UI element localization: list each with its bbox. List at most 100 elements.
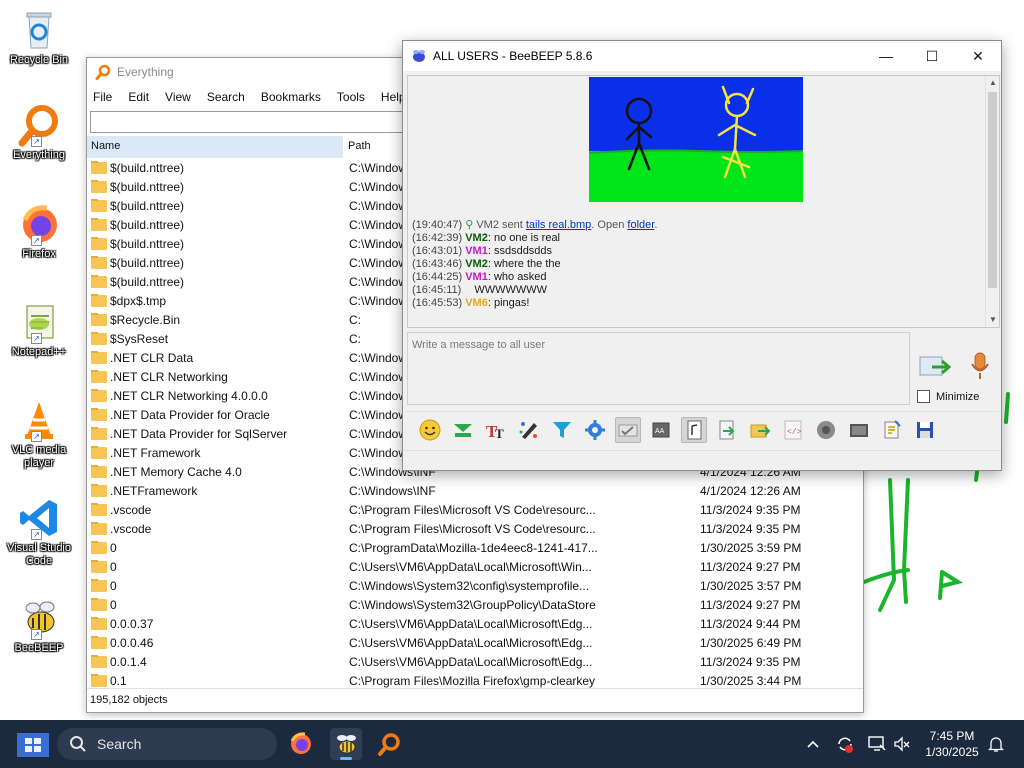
result-name: .vscode <box>110 502 152 517</box>
record-button[interactable] <box>813 417 839 443</box>
desktop-icon-label: VLC media player <box>11 444 67 469</box>
chat-toolbar: T T AA </> <box>407 411 999 447</box>
expand-button[interactable] <box>450 417 476 443</box>
code-button[interactable]: </> <box>780 417 806 443</box>
result-row[interactable]: 0.0.0.46 C:\Users\VM6\AppData\Local\Micro… <box>87 633 863 652</box>
send-file-button[interactable] <box>714 417 740 443</box>
menu-bookmarks[interactable]: Bookmarks <box>261 90 321 104</box>
beebeep-window: ALL USERS - BeeBEEP 5.8.6 — ☐ ✕ (19:40:4… <box>402 40 1002 471</box>
chat-history[interactable]: (19:40:47) ⚲ VM2 sent tails real.bmp. Op… <box>407 75 1000 328</box>
result-row[interactable]: 0 C:\Windows\System32\config\systemprofil… <box>87 576 863 595</box>
menu-view[interactable]: View <box>165 90 191 104</box>
desktop-icon-label: Notepad++ <box>11 346 67 358</box>
scroll-down-icon[interactable]: ▼ <box>986 313 999 327</box>
note-button[interactable] <box>681 416 707 443</box>
menu-search[interactable]: Search <box>207 90 245 104</box>
everything-icon: ↗ <box>17 103 61 147</box>
message-user: VM1 <box>465 245 488 257</box>
send-folder-button[interactable] <box>747 417 773 443</box>
message-text: : ssdsddsdds <box>487 245 553 257</box>
maximize-window-button[interactable]: ☐ <box>909 41 955 71</box>
microphone-icon[interactable] <box>969 351 991 381</box>
chat-scrollbar[interactable]: ▲ ▼ <box>985 76 999 327</box>
settings-gear-button[interactable] <box>582 417 608 443</box>
message-input[interactable]: Write a message to all user <box>407 332 910 405</box>
desktop-icon-recycle-bin[interactable]: Recycle Bin <box>2 8 76 67</box>
volume-muted-icon[interactable] <box>892 734 912 754</box>
result-row[interactable]: 0.0.0.37 C:\Users\VM6\AppData\Local\Micro… <box>87 614 863 633</box>
message-time: (19:40:47) <box>412 219 463 231</box>
file-link[interactable]: tails real.bmp <box>526 219 591 231</box>
color-pencil-button[interactable] <box>516 417 542 443</box>
keyboard-button[interactable]: AA <box>648 417 674 443</box>
menu-edit[interactable]: Edit <box>128 90 149 104</box>
notifications-bell-icon[interactable] <box>986 734 1006 754</box>
filter-button[interactable] <box>549 417 575 443</box>
svg-text:AA: AA <box>655 428 665 435</box>
folder-link[interactable]: folder <box>627 219 654 231</box>
scroll-up-icon[interactable]: ▲ <box>986 76 999 90</box>
shortcut-arrow-icon: ↗ <box>31 431 42 442</box>
result-date: 11/3/2024 9:27 PM <box>700 559 801 574</box>
send-message-icon[interactable] <box>918 353 952 381</box>
folder-icon <box>91 293 107 307</box>
text-font-button[interactable]: TT <box>483 417 509 443</box>
send-file-icon <box>719 420 735 439</box>
result-row[interactable]: 0 C:\ProgramData\Mozilla-1de4eec8-1241-41… <box>87 538 863 557</box>
save-button[interactable] <box>912 417 938 443</box>
desktop-icon-beebeep[interactable]: ↗ BeeBEEP <box>2 596 76 655</box>
folder-icon <box>91 160 107 174</box>
windows-start-icon[interactable] <box>17 733 49 757</box>
shortcut-arrow-icon: ↗ <box>31 529 42 540</box>
result-name-cell: 0 <box>87 597 343 612</box>
result-name: 0 <box>110 540 117 555</box>
clear-button[interactable] <box>879 417 905 443</box>
result-row[interactable]: .NETFramework C:\Windows\INF 4/1/2024 12:2… <box>87 481 863 500</box>
shared-image-tails-drawing[interactable] <box>589 77 803 202</box>
minimize-window-button[interactable]: — <box>863 41 909 71</box>
system-clock[interactable]: 7:45 PM 1/30/2025 <box>912 728 992 760</box>
desktop-icon-everything[interactable]: ↗ Everything <box>2 103 76 162</box>
result-path: C:\Program Files\Mozilla Firefox\gmp-cle… <box>349 673 596 688</box>
message-time: (16:42:39) <box>412 232 463 244</box>
minimize-option[interactable]: Minimize <box>917 390 979 403</box>
desktop-icon-vlc[interactable]: ↗ VLC media player <box>2 398 76 470</box>
result-row[interactable]: .vscode C:\Program Files\Microsoft VS Cod… <box>87 500 863 519</box>
result-name-cell: $(build.nttree) <box>87 198 343 213</box>
emoticon-button[interactable] <box>417 417 443 443</box>
folder-icon <box>91 578 107 592</box>
scroll-thumb[interactable] <box>988 92 997 288</box>
close-window-button[interactable]: ✕ <box>955 41 1001 71</box>
folder-icon <box>91 369 107 383</box>
message-user: VM6 <box>465 297 488 309</box>
folder-icon <box>91 540 107 554</box>
minimize-checkbox[interactable] <box>917 390 930 403</box>
result-name-cell: .NET Memory Cache 4.0 <box>87 464 343 479</box>
result-name: 0.0.0.37 <box>110 616 154 631</box>
spell-check-button[interactable] <box>615 416 641 443</box>
result-row[interactable]: .vscode C:\Program Files\Microsoft VS Cod… <box>87 519 863 538</box>
taskbar-firefox[interactable] <box>285 728 317 760</box>
taskbar-search-box[interactable]: Search <box>57 728 277 760</box>
screenshot-button[interactable] <box>846 417 872 443</box>
result-path: C:\ProgramData\Mozilla-1de4eec8-1241-417… <box>349 540 598 555</box>
taskbar: Search 7:45 PM 1/30/2025 <box>0 720 1024 768</box>
menu-file[interactable]: File <box>93 90 112 104</box>
beebeep-titlebar[interactable]: ALL USERS - BeeBEEP 5.8.6 — ☐ ✕ <box>403 41 1001 71</box>
desktop-icon-firefox[interactable]: ↗ Firefox <box>2 202 76 261</box>
desktop-icon-notepadpp[interactable]: ↗ Notepad++ <box>2 300 76 359</box>
color-pencil-icon <box>519 421 537 439</box>
result-row[interactable]: 0.0.1.4 C:\Users\VM6\AppData\Local\Micros… <box>87 652 863 671</box>
screenshot-icon <box>850 423 868 437</box>
desktop-icon-vscode[interactable]: ↗ Visual Studio Code <box>2 496 76 568</box>
folder-icon <box>91 236 107 250</box>
result-row[interactable]: 0 C:\Users\VM6\AppData\Local\Microsoft\Wi… <box>87 557 863 576</box>
taskbar-everything[interactable] <box>373 728 405 760</box>
show-hidden-icons-chevron-icon[interactable] <box>804 734 822 754</box>
network-icon[interactable] <box>866 734 888 754</box>
column-header-name[interactable]: Name <box>87 136 343 158</box>
result-row[interactable]: 0 C:\Windows\System32\GroupPolicy\DataSto… <box>87 595 863 614</box>
menu-tools[interactable]: Tools <box>337 90 365 104</box>
taskbar-beebeep[interactable] <box>330 728 362 760</box>
sync-status-icon[interactable] <box>834 734 856 754</box>
